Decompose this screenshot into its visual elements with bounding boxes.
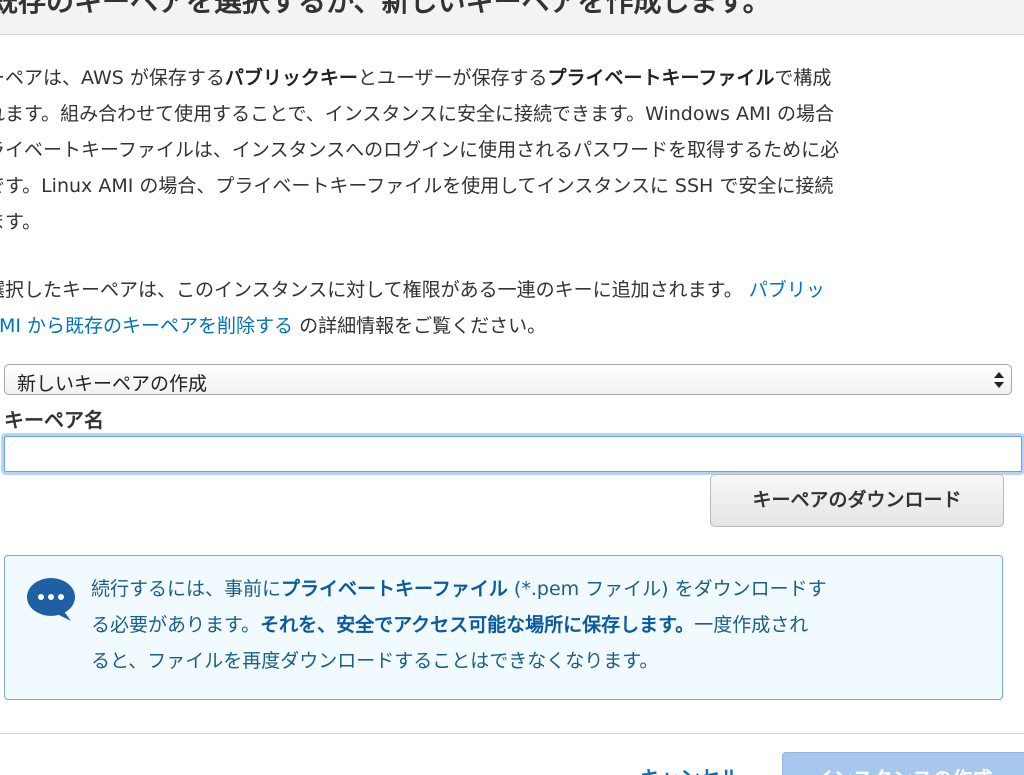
description-text: で構成 [774, 67, 832, 89]
info-message: 続行するには、事前にプライベートキーファイル (*.pem ファイル) をダウン… [91, 571, 991, 679]
description-text: ーペアは、AWS が保存する [0, 67, 225, 89]
description-text: とユーザーが保存する [357, 67, 548, 89]
note-text: の詳細情報をご覧ください。 [293, 315, 547, 337]
modal-header: 既存のキーペアを選択するか、新しいキーペアを作成します。 [0, 0, 1024, 35]
select-value: 新しいキーペアの作成 [17, 373, 208, 395]
public-key-link[interactable]: パブリッ [749, 279, 825, 301]
description-line-1: ーペアは、AWS が保存するパブリックキーとユーザーが保存するプライベートキーフ… [0, 60, 839, 96]
description-line-5: ます。 [0, 211, 42, 233]
keypair-name-label: キーペア名 [4, 408, 104, 432]
info-line-1: 続行するには、事前にプライベートキーファイル (*.pem ファイル) をダウン… [91, 571, 991, 607]
updown-arrows-icon [994, 372, 1004, 388]
description-bold-public-key: パブリックキー [224, 67, 358, 89]
download-keypair-button[interactable]: キーペアのダウンロード [710, 474, 1004, 527]
info-alert: 続行するには、事前にプライベートキーファイル (*.pem ファイル) をダウン… [4, 555, 1003, 700]
delete-keypair-link[interactable]: AMI から既存のキーペアを削除する [0, 315, 293, 337]
description-line-4: です。Linux AMI の場合、プライベートキーファイルを使用してインスタンス… [0, 175, 834, 197]
speech-bubble-icon [27, 578, 75, 621]
launch-instance-button[interactable]: インスタンスの作成 [782, 752, 1024, 775]
modal-title: 既存のキーペアを選択するか、新しいキーペアを作成します。 [0, 0, 771, 18]
info-text: 続行するには、事前に [91, 578, 282, 600]
description-line-2: れます。組み合わせて使用することで、インスタンスに安全に接続できます。Windo… [0, 103, 834, 125]
note-line-2: AMI から既存のキーペアを削除する の詳細情報をご覧ください。 [0, 308, 825, 344]
note-text: 選択したキーペアは、このインスタンスに対して権限がある一連のキーに追加されます。 [0, 279, 743, 301]
description-line-3: ライベートキーファイルは、インスタンスへのログインに使用されるパスワードを取得す… [0, 139, 840, 161]
info-line-3: ると、ファイルを再度ダウンロードすることはできなくなります。 [91, 650, 659, 672]
info-bold-private-key-file: プライベートキーファイル [281, 578, 508, 600]
keypair-name-input[interactable] [4, 436, 1022, 472]
info-text: 一度作成され [694, 614, 809, 636]
keypair-modal: 既存のキーペアを選択するか、新しいキーペアを作成します。 ーペアは、AWS が保… [0, 0, 1024, 775]
keypair-description: ーペアは、AWS が保存するパブリックキーとユーザーが保存するプライベートキーフ… [0, 60, 839, 240]
info-text: (*.pem ファイル) をダウンロードす [507, 578, 827, 600]
info-line-2: る必要があります。それを、安全でアクセス可能な場所に保存します。一度作成され [91, 607, 991, 643]
keypair-option-select[interactable]: 新しいキーペアの作成 [4, 364, 1012, 395]
info-text: る必要があります。 [91, 614, 261, 636]
description-bold-private-key-file: プライベートキーファイル [547, 67, 775, 89]
note-line-1: 選択したキーペアは、このインスタンスに対して権限がある一連のキーに追加されます。… [0, 272, 825, 308]
info-bold-save-securely: それを、安全でアクセス可能な場所に保存します。 [260, 614, 695, 636]
footer-divider [0, 733, 1024, 734]
keypair-note: 選択したキーペアは、このインスタンスに対して権限がある一連のキーに追加されます。… [0, 272, 825, 344]
cancel-button[interactable]: キャンセル [640, 762, 740, 775]
